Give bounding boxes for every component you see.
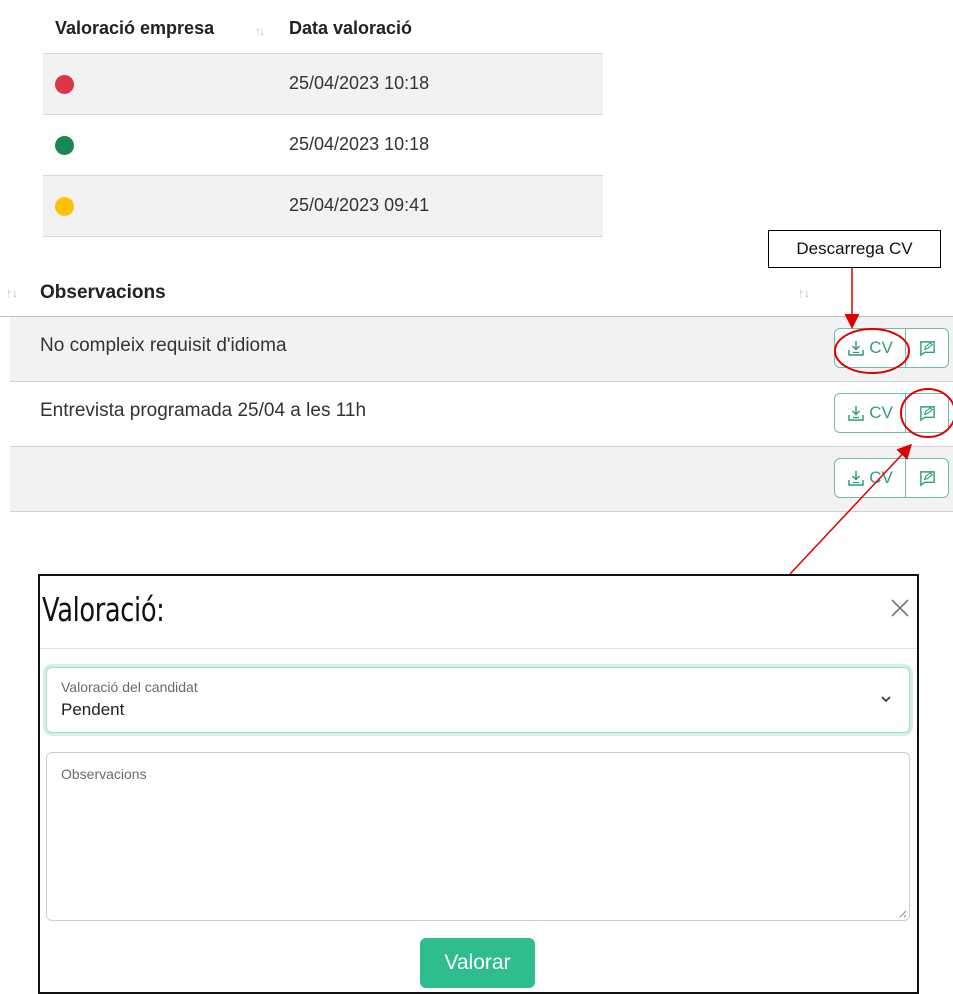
download-icon	[848, 341, 864, 356]
ratings-table-header: Valoració empresa ↑↓ Data valoració	[43, 0, 603, 54]
rating-date: 25/04/2023 09:41	[289, 195, 430, 215]
chevron-down-icon	[881, 696, 891, 703]
sort-icon[interactable]: ↑↓	[6, 286, 18, 300]
sort-icon[interactable]: ↑↓	[255, 24, 265, 38]
close-icon[interactable]	[888, 596, 912, 620]
column-header-company-rating[interactable]: Valoració empresa	[55, 18, 214, 39]
edit-observation-button[interactable]	[906, 328, 949, 368]
resize-handle-icon[interactable]	[897, 908, 907, 918]
download-icon	[848, 471, 864, 486]
download-cv-button[interactable]: CV	[834, 328, 906, 368]
edit-observation-button[interactable]	[906, 393, 949, 433]
column-header-observations[interactable]: Observacions	[40, 282, 166, 304]
rating-date: 25/04/2023 10:18	[289, 73, 430, 93]
comment-edit-icon	[919, 470, 935, 487]
select-value: Pendent	[61, 700, 125, 719]
comment-edit-icon	[919, 340, 935, 357]
select-label: Valoració del candidat	[61, 679, 198, 695]
observation-text: Entrevista programada 25/04 a les 11h	[40, 400, 367, 421]
edit-observation-button[interactable]	[906, 458, 949, 498]
callout-download-cv: Descarrega CV	[768, 230, 941, 268]
download-icon	[848, 406, 864, 421]
status-dot-green	[55, 136, 74, 155]
rating-modal: Valoració: Valoració del candidat Penden…	[38, 574, 919, 994]
status-dot-yellow	[55, 197, 74, 216]
observations-textarea[interactable]: Observacions	[46, 752, 910, 921]
table-row: Entrevista programada 25/04 a les 11h CV	[10, 382, 953, 447]
download-cv-button[interactable]: CV	[834, 458, 906, 498]
table-row: 25/04/2023 10:18	[43, 54, 603, 115]
row-actions: CV	[834, 458, 949, 498]
table-row: CV	[10, 447, 953, 512]
modal-title: Valoració:	[42, 590, 165, 629]
table-row: 25/04/2023 10:18	[43, 115, 603, 176]
observations-table-header: ↑↓ Observacions ↑↓	[0, 270, 953, 317]
download-cv-button[interactable]: CV	[834, 393, 906, 433]
comment-edit-icon	[919, 405, 935, 422]
sort-icon[interactable]: ↑↓	[798, 286, 810, 300]
cv-label: CV	[869, 403, 893, 422]
row-actions: CV	[834, 393, 949, 433]
observation-text: No compleix requisit d'idioma	[40, 335, 287, 356]
rating-date: 25/04/2023 10:18	[289, 134, 430, 154]
cv-label: CV	[869, 338, 893, 357]
divider	[40, 648, 917, 649]
submit-rating-button[interactable]: Valorar	[420, 938, 535, 988]
column-header-rating-date[interactable]: Data valoració	[289, 18, 412, 39]
textarea-label: Observacions	[61, 766, 147, 782]
row-actions: CV	[834, 328, 949, 368]
candidate-rating-select[interactable]: Valoració del candidat Pendent	[46, 667, 910, 733]
cv-label: CV	[869, 468, 893, 487]
table-row: 25/04/2023 09:41	[43, 176, 603, 237]
table-row: No compleix requisit d'idioma CV	[10, 317, 953, 382]
status-dot-red	[55, 75, 74, 94]
